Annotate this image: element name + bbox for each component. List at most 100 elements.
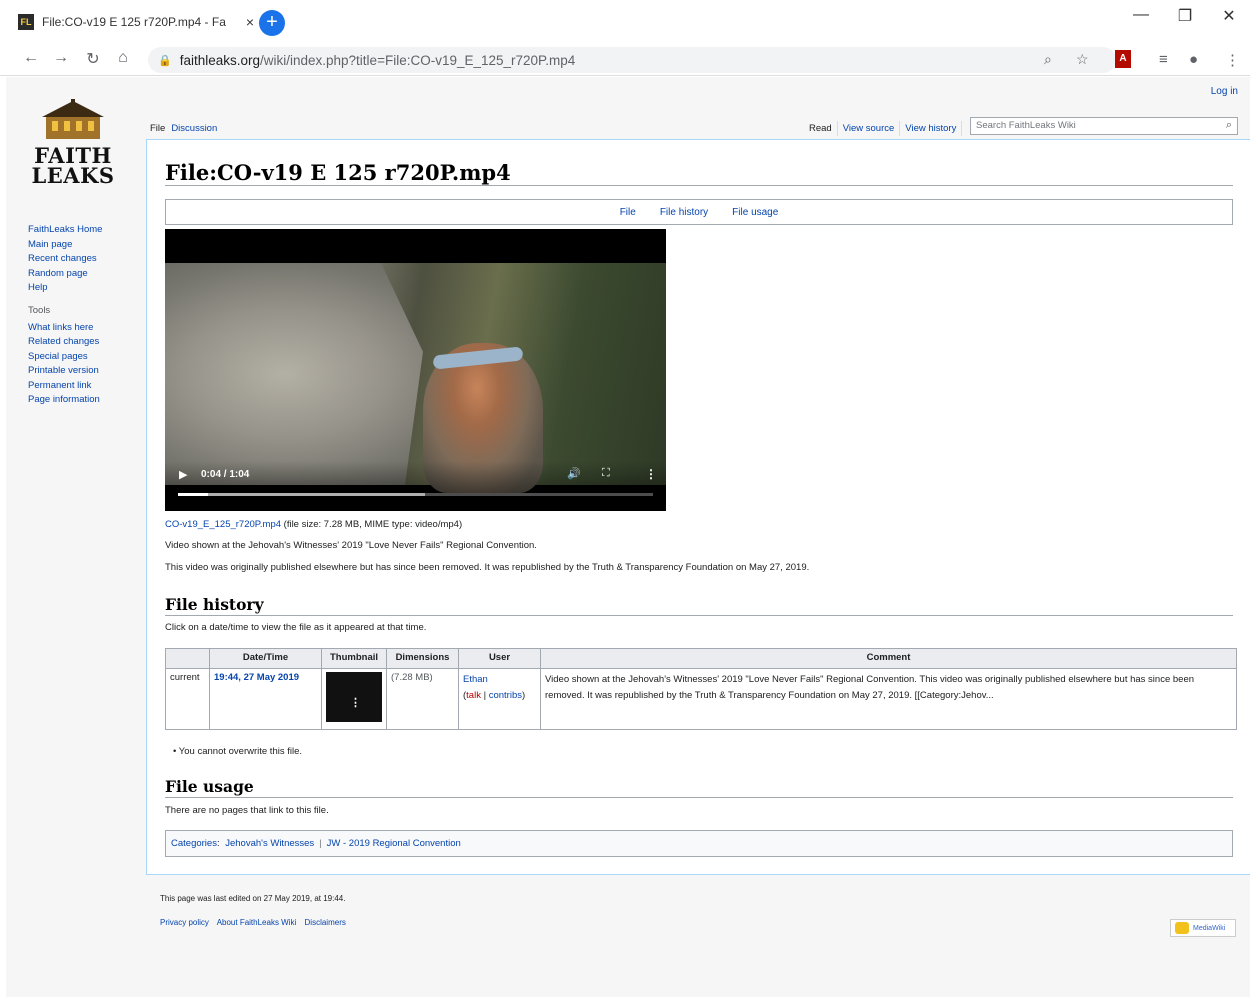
sidebar-navigation: FaithLeaks Home Main page Recent changes…	[28, 223, 102, 408]
user-contribs-link[interactable]: contribs	[489, 690, 522, 701]
back-icon[interactable]: ←	[20, 49, 42, 67]
video-time: 0:04 / 1:04	[201, 469, 250, 480]
cell-dimensions: (7.28 MB)	[386, 668, 459, 730]
file-description-1: Video shown at the Jehovah's Witnesses' …	[165, 540, 537, 551]
profile-icon[interactable]: ●	[1189, 51, 1198, 68]
col-header-thumbnail: Thumbnail	[321, 648, 387, 669]
tab-read[interactable]: Read	[804, 121, 838, 136]
sidebar-item-random-page[interactable]: Random page	[28, 267, 102, 282]
browser-tab[interactable]: FL File:CO-v19 E 125 r720P.mp4 - Fa ×	[18, 8, 254, 36]
bookmark-star-icon[interactable]: ☆	[1076, 51, 1089, 68]
video-progress-bar[interactable]	[178, 493, 653, 496]
footer-last-edited: This page was last edited on 27 May 2019…	[160, 894, 346, 903]
user-tools: (talk | contribs)	[463, 690, 525, 701]
sidebar-item-printable-version[interactable]: Printable version	[28, 364, 102, 379]
zoom-icon[interactable]: ⌕	[1044, 51, 1052, 68]
powered-by-mediawiki-badge[interactable]: MediaWiki	[1170, 919, 1236, 937]
sidebar-item-main-page[interactable]: Main page	[28, 238, 102, 253]
fullscreen-icon[interactable]: ⛶	[602, 467, 610, 480]
forward-icon[interactable]: →	[50, 49, 72, 67]
category-separator: |	[319, 838, 322, 849]
category-links: Categories: Jehovah's Witnesses | JW - 201…	[165, 830, 1233, 857]
cell-user: Ethan (talk | contribs)	[458, 668, 541, 730]
minimize-button[interactable]: —	[1126, 6, 1156, 24]
file-nav-file-usage[interactable]: File usage	[732, 207, 778, 218]
menu-icon[interactable]: ⋮	[1225, 51, 1240, 69]
file-nav-file[interactable]: File	[620, 207, 636, 218]
cell-status: current	[165, 668, 210, 730]
overwrite-note: • You cannot overwrite this file.	[173, 746, 303, 757]
close-window-button[interactable]: ✕	[1214, 6, 1244, 26]
col-header-comment: Comment	[540, 648, 1237, 669]
categories-label[interactable]: Categories	[171, 838, 217, 849]
favicon-icon: FL	[18, 14, 34, 30]
video-controls: ▶ 0:04 / 1:04 🔊 ⛶ ⋮	[165, 461, 666, 511]
thumbnail-menu-icon: ⋮	[350, 697, 361, 709]
tab-view-history[interactable]: View history	[900, 121, 963, 136]
sidebar-item-special-pages[interactable]: Special pages	[28, 350, 102, 365]
url-path: /wiki/index.php?title=File:CO-v19_E_125_…	[260, 52, 576, 68]
video-rock-face	[165, 263, 423, 485]
user-link[interactable]: Ethan	[463, 672, 536, 688]
thumbnail-image[interactable]: ⋮	[326, 672, 382, 722]
file-info-line: CO-v19_E_125_r720P.mp4 (file size: 7.28 …	[165, 519, 462, 530]
pdf-extension-icon[interactable]: A	[1115, 50, 1131, 68]
play-icon[interactable]: ▶	[179, 468, 187, 481]
category-link-jw-2019-regional-convention[interactable]: JW - 2019 Regional Convention	[327, 838, 461, 849]
sidebar-item-faithleaks-home[interactable]: FaithLeaks Home	[28, 223, 102, 238]
browser-toolbar: ← → ↻ ⌂ 🔒 faithleaks.org/wiki/index.php?…	[0, 44, 1250, 76]
volume-icon[interactable]: 🔊	[567, 467, 581, 480]
col-header-user: User	[458, 648, 541, 669]
cell-comment: Video shown at the Jehovah's Witnesses' …	[540, 668, 1237, 730]
logo-word-leaks: LEAKS	[31, 163, 115, 188]
file-nav-file-history[interactable]: File history	[660, 207, 708, 218]
sidebar-item-help[interactable]: Help	[28, 281, 102, 296]
tab-close-icon[interactable]: ×	[246, 14, 254, 30]
footer-privacy-link[interactable]: Privacy policy	[160, 918, 209, 927]
login-link[interactable]: Log in	[1211, 86, 1238, 97]
video-buffered	[178, 493, 425, 496]
footer-disclaimers-link[interactable]: Disclaimers	[305, 918, 346, 927]
home-icon[interactable]: ⌂	[112, 49, 134, 67]
col-header-datetime: Date/Time	[209, 648, 322, 669]
sidebar-item-permanent-link[interactable]: Permanent link	[28, 379, 102, 394]
sidebar-item-related-changes[interactable]: Related changes	[28, 335, 102, 350]
tab-file[interactable]: File	[150, 121, 169, 136]
file-history-instruction: Click on a date/time to view the file as…	[165, 622, 427, 633]
user-talk-link[interactable]: talk	[466, 690, 481, 701]
address-bar[interactable]: 🔒 faithleaks.org/wiki/index.php?title=Fi…	[148, 47, 1116, 73]
search-icon[interactable]: ⌕	[1226, 119, 1232, 132]
history-divider	[165, 615, 1233, 616]
namespace-tabs: File Discussion	[150, 121, 223, 136]
file-section-nav: File File history File usage	[165, 199, 1233, 225]
lock-icon: 🔒	[158, 54, 172, 67]
cell-thumbnail: ⋮	[321, 668, 387, 730]
site-logo[interactable]: FAITH LEAKS	[28, 91, 118, 191]
user-tools-close-paren: )	[521, 690, 526, 701]
video-progress-fill	[178, 493, 208, 496]
table-row: current 19:44, 27 May 2019 ⋮ (7.28 MB) E…	[165, 668, 1237, 730]
datetime-link[interactable]: 19:44, 27 May 2019	[214, 672, 299, 683]
video-player[interactable]: ▶ 0:04 / 1:04 🔊 ⛶ ⋮	[165, 229, 666, 511]
footer-about-link[interactable]: About FaithLeaks Wiki	[217, 918, 297, 927]
sidebar-item-page-information[interactable]: Page information	[28, 393, 102, 408]
category-link-jehovahs-witnesses[interactable]: Jehovah's Witnesses	[225, 838, 314, 849]
reload-icon[interactable]: ↻	[82, 49, 104, 69]
file-download-link[interactable]: CO-v19_E_125_r720P.mp4	[165, 519, 281, 530]
sidebar-item-what-links-here[interactable]: What links here	[28, 321, 102, 336]
video-more-icon[interactable]: ⋮	[645, 467, 657, 481]
cell-datetime: 19:44, 27 May 2019	[209, 668, 322, 730]
file-usage-heading: File usage	[165, 777, 254, 796]
restore-button[interactable]: ❐	[1170, 6, 1200, 26]
sidebar-item-recent-changes[interactable]: Recent changes	[28, 252, 102, 267]
video-frame	[165, 263, 666, 493]
reading-list-icon[interactable]: ≡	[1159, 51, 1168, 68]
user-tools-separator: |	[480, 690, 489, 701]
tab-view-source[interactable]: View source	[838, 121, 901, 136]
tab-discussion[interactable]: Discussion	[171, 121, 221, 136]
new-tab-button[interactable]: +	[259, 10, 285, 36]
footer-links: Privacy policy About FaithLeaks Wiki Dis…	[160, 918, 352, 927]
church-logo-icon	[42, 99, 104, 139]
search-input[interactable]: Search FaithLeaks Wiki ⌕	[970, 117, 1238, 135]
file-history-heading: File history	[165, 595, 264, 614]
